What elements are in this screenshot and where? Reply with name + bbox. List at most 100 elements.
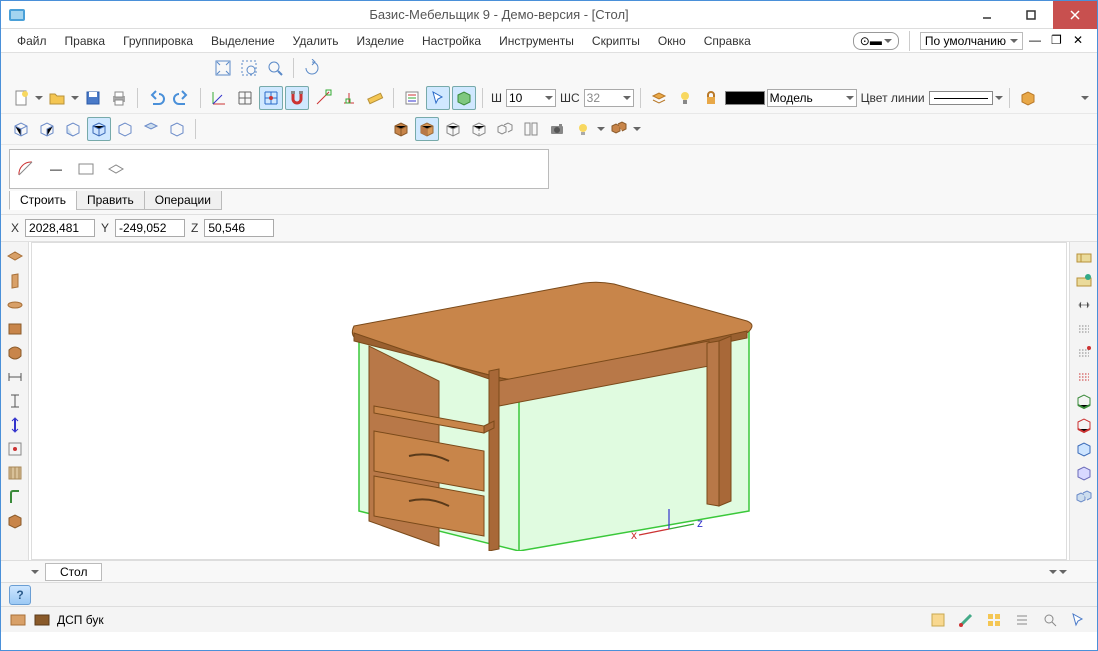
screw3-icon[interactable] [1073, 342, 1095, 364]
toolbar-overflow-icon[interactable] [1081, 96, 1089, 100]
camera-icon[interactable] [545, 117, 569, 141]
assembly-icon[interactable] [1073, 246, 1095, 268]
document-tab-active[interactable]: Стол [45, 563, 102, 581]
bulb-icon[interactable] [673, 86, 697, 110]
split-cube-icon[interactable] [519, 117, 543, 141]
layers-icon[interactable] [647, 86, 671, 110]
tabscroll-right-icon[interactable] [1059, 570, 1067, 574]
layer-select[interactable]: Модель [767, 89, 857, 107]
menu-scripts[interactable]: Скрипты [584, 31, 648, 51]
tab-edit[interactable]: Править [76, 191, 145, 210]
panel-curve-icon[interactable] [4, 342, 26, 364]
viewport-3d[interactable]: x z [31, 242, 1067, 560]
step-ws-select[interactable]: 32 [584, 89, 634, 107]
menu-settings[interactable]: Настройка [414, 31, 489, 51]
shaded-cube-icon[interactable] [415, 117, 439, 141]
solid-cube-icon[interactable] [389, 117, 413, 141]
menu-product[interactable]: Изделие [348, 31, 412, 51]
cursor-select-icon[interactable] [426, 86, 450, 110]
magnet-icon[interactable] [285, 86, 309, 110]
snap-perp-icon[interactable] [337, 86, 361, 110]
panel-solid-icon[interactable] [4, 318, 26, 340]
menu-file[interactable]: Файл [9, 31, 55, 51]
tabscroll-left2-icon[interactable] [1049, 570, 1057, 574]
view-back-icon[interactable] [35, 117, 59, 141]
screw2-icon[interactable] [1073, 318, 1095, 340]
undo-icon[interactable] [144, 86, 168, 110]
tab-build[interactable]: Строить [9, 191, 77, 210]
mat-grid-icon[interactable] [983, 609, 1005, 631]
measure-icon[interactable] [363, 86, 387, 110]
screw4-icon[interactable] [1073, 366, 1095, 388]
properties-icon[interactable] [400, 86, 424, 110]
fit-view-icon[interactable] [211, 56, 235, 80]
hidden-cube-icon[interactable] [467, 117, 491, 141]
multi-cube-icon[interactable] [607, 117, 631, 141]
material-swatch2-icon[interactable] [33, 611, 51, 629]
edge-all-icon[interactable] [1073, 438, 1095, 460]
wire-cube-icon[interactable] [441, 117, 465, 141]
menu-group[interactable]: Группировка [115, 31, 201, 51]
view-bottom-icon[interactable] [165, 117, 189, 141]
menu-tools[interactable]: Инструменты [491, 31, 582, 51]
view-front-icon[interactable] [9, 117, 33, 141]
view-left-icon[interactable] [61, 117, 85, 141]
mat-pick-icon[interactable] [1067, 609, 1089, 631]
view-iso-icon[interactable] [87, 117, 111, 141]
assembly-add-icon[interactable] [1073, 270, 1095, 292]
line-style-select[interactable] [929, 91, 993, 105]
lock-icon[interactable] [699, 86, 723, 110]
dimension-v-icon[interactable] [4, 390, 26, 412]
edge-band-icon[interactable] [1073, 390, 1095, 412]
rotate-view-icon[interactable] [300, 56, 324, 80]
coord-y-input[interactable] [115, 219, 185, 237]
coord-z-input[interactable] [204, 219, 274, 237]
close-button[interactable] [1053, 1, 1097, 29]
panel-front-icon[interactable] [4, 294, 26, 316]
edge-none-icon[interactable] [1073, 462, 1095, 484]
edge-band-r-icon[interactable] [1073, 414, 1095, 436]
snap-endpoint-icon[interactable] [311, 86, 335, 110]
facade-icon[interactable] [4, 462, 26, 484]
color-swatch[interactable] [725, 91, 765, 105]
view-preset-dropdown[interactable]: По умолчанию [920, 32, 1023, 50]
mdi-restore-icon[interactable]: ❐ [1051, 33, 1067, 49]
view-top-icon[interactable] [139, 117, 163, 141]
redo-icon[interactable] [170, 86, 194, 110]
drawer-icon[interactable] [4, 510, 26, 532]
menu-window[interactable]: Окно [650, 31, 694, 51]
key-button[interactable]: ⊙▬ [853, 32, 899, 50]
mat-tool1-icon[interactable] [927, 609, 949, 631]
save-file-icon[interactable] [81, 86, 105, 110]
snap-grid-icon[interactable] [259, 86, 283, 110]
screw-icon[interactable] [1073, 294, 1095, 316]
help-button[interactable]: ? [9, 585, 31, 605]
line-tool-icon[interactable]: — [44, 157, 68, 181]
print-icon[interactable] [107, 86, 131, 110]
rect-tool-icon[interactable] [74, 157, 98, 181]
maximize-button[interactable] [1009, 1, 1053, 29]
arc-tool-icon[interactable] [14, 157, 38, 181]
panel3d-icon[interactable] [452, 86, 476, 110]
step-w-select[interactable]: 10 [506, 89, 556, 107]
open-file-icon[interactable] [45, 86, 69, 110]
dimension-h-icon[interactable] [4, 366, 26, 388]
light-icon[interactable] [571, 117, 595, 141]
menu-help[interactable]: Справка [696, 31, 759, 51]
tab-ops[interactable]: Операции [144, 191, 222, 210]
profile-icon[interactable] [4, 486, 26, 508]
menu-delete[interactable]: Удалить [285, 31, 347, 51]
grid-icon[interactable] [233, 86, 257, 110]
panel-vert-icon[interactable] [4, 270, 26, 292]
block-ref-icon[interactable] [4, 438, 26, 460]
zoom-window-icon[interactable] [263, 56, 287, 80]
mat-list-icon[interactable] [1011, 609, 1033, 631]
iso-rect-tool-icon[interactable] [104, 157, 128, 181]
panel-hor-icon[interactable] [4, 246, 26, 268]
tabscroll-left-icon[interactable] [31, 570, 39, 574]
menu-edit[interactable]: Правка [57, 31, 114, 51]
menu-select[interactable]: Выделение [203, 31, 283, 51]
zoom-region-icon[interactable] [237, 56, 261, 80]
dimension-stretch-icon[interactable] [4, 414, 26, 436]
edge-multi-icon[interactable] [1073, 486, 1095, 508]
